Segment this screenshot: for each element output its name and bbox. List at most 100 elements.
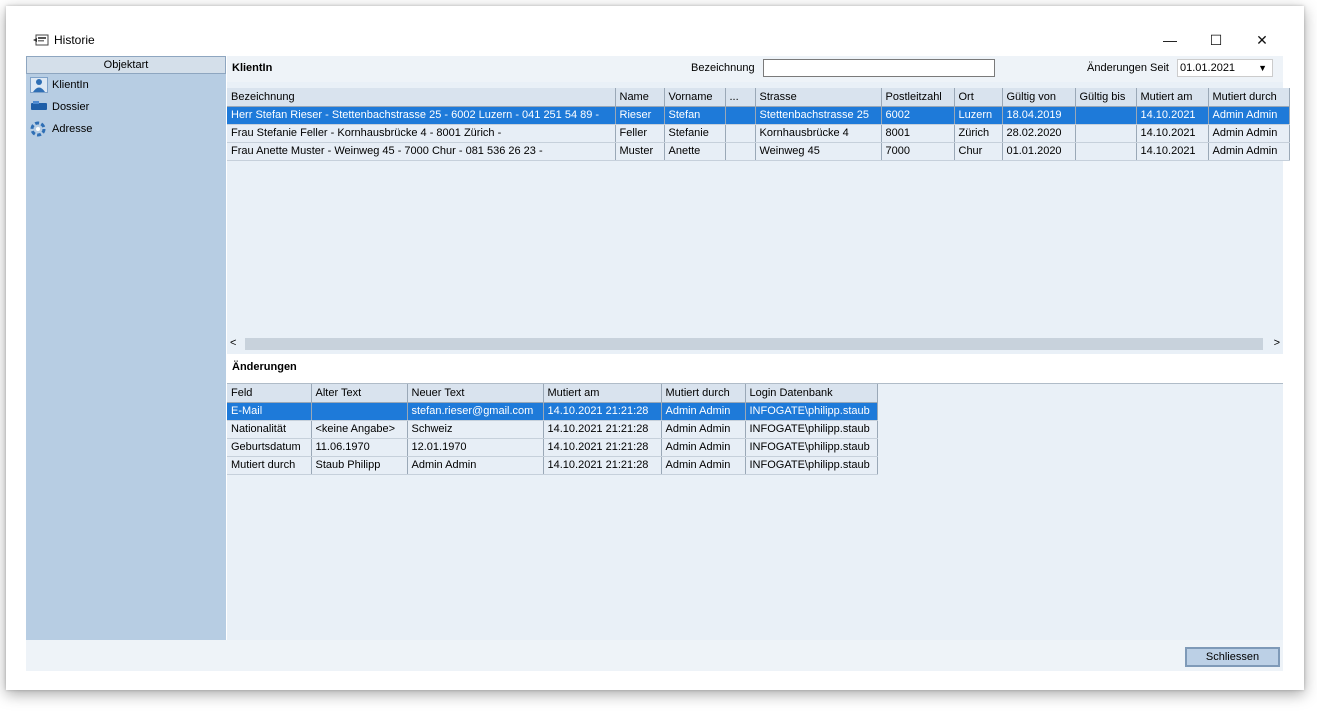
- table-cell: INFOGATE\philipp.staub: [745, 438, 878, 457]
- chevron-left-icon[interactable]: <: [230, 337, 236, 349]
- table-cell: Staub Philipp: [311, 456, 408, 475]
- table-row[interactable]: Geburtsdatum 11.06.1970 12.01.1970 14.10…: [227, 438, 878, 457]
- bezeichnung-input[interactable]: [763, 59, 995, 77]
- window-title: Historie: [54, 33, 95, 47]
- table-cell: Nationalität: [227, 420, 312, 439]
- footer-bar: Schliessen: [26, 640, 1283, 671]
- table-cell: [725, 106, 756, 125]
- table-cell: 18.04.2019: [1002, 106, 1076, 125]
- close-window-button[interactable]: ✕: [1239, 26, 1285, 54]
- column-header[interactable]: Vorname: [664, 88, 726, 107]
- aenderungen-seit-label: Änderungen Seit: [1087, 62, 1169, 74]
- changes-header-row: Feld Alter Text Neuer Text Mutiert am Mu…: [227, 384, 878, 403]
- table-cell: [311, 402, 408, 421]
- column-header[interactable]: Gültig von: [1002, 88, 1076, 107]
- table-cell: Frau Anette Muster - Weinweg 45 - 7000 C…: [227, 142, 616, 161]
- column-header[interactable]: Feld: [227, 384, 312, 403]
- table-cell: [1075, 142, 1137, 161]
- maximize-button[interactable]: ☐: [1193, 26, 1239, 54]
- history-app-icon: [33, 33, 49, 47]
- table-cell: Herr Stefan Rieser - Stettenbachstrasse …: [227, 106, 616, 125]
- column-header[interactable]: Alter Text: [311, 384, 408, 403]
- table-row[interactable]: Mutiert durch Staub Philipp Admin Admin …: [227, 456, 878, 475]
- table-cell: Kornhausbrücke 4: [755, 124, 882, 143]
- sidebar-item-dossier[interactable]: Dossier: [26, 96, 226, 118]
- table-cell: Geburtsdatum: [227, 438, 312, 457]
- clients-section-title: KlientIn: [232, 62, 273, 74]
- table-cell: 14.10.2021 21:21:28: [543, 438, 662, 457]
- column-header[interactable]: Ort: [954, 88, 1003, 107]
- table-cell: Stefan: [664, 106, 726, 125]
- date-value: 01.01.2021: [1180, 62, 1236, 74]
- table-cell: Admin Admin: [407, 456, 544, 475]
- bezeichnung-label: Bezeichnung: [691, 62, 755, 74]
- table-cell: 28.02.2020: [1002, 124, 1076, 143]
- column-header[interactable]: Bezeichnung: [227, 88, 616, 107]
- table-cell: 14.10.2021 21:21:28: [543, 420, 662, 439]
- table-cell: Stettenbachstrasse 25: [755, 106, 882, 125]
- table-cell: [725, 142, 756, 161]
- table-row[interactable]: Frau Anette Muster - Weinweg 45 - 7000 C…: [227, 142, 1290, 161]
- object-type-sidebar: Objektart KlientIn Dossier Adresse: [26, 56, 226, 640]
- column-header[interactable]: Name: [615, 88, 665, 107]
- table-cell: 14.10.2021: [1136, 124, 1209, 143]
- minimize-button[interactable]: —: [1147, 26, 1193, 54]
- table-row[interactable]: E-Mail stefan.rieser@gmail.com 14.10.202…: [227, 402, 878, 421]
- schliessen-button[interactable]: Schliessen: [1185, 647, 1280, 667]
- changes-section-header: Änderungen: [227, 354, 1283, 384]
- sidebar-item-adresse[interactable]: Adresse: [26, 118, 226, 140]
- column-header[interactable]: Login Datenbank: [745, 384, 878, 403]
- table-cell: INFOGATE\philipp.staub: [745, 420, 878, 439]
- table-cell: Admin Admin: [1208, 124, 1290, 143]
- table-cell: Luzern: [954, 106, 1003, 125]
- title-bar: Historie — ☐ ✕: [6, 6, 1304, 54]
- horizontal-scrollbar[interactable]: < >: [227, 336, 1283, 352]
- column-header[interactable]: Mutiert durch: [1208, 88, 1290, 107]
- filter-bar: KlientIn Bezeichnung Änderungen Seit 01.…: [227, 56, 1283, 82]
- table-cell: Anette: [664, 142, 726, 161]
- table-cell: 14.10.2021 21:21:28: [543, 456, 662, 475]
- chevron-right-icon[interactable]: >: [1274, 337, 1280, 349]
- column-header[interactable]: Mutiert am: [1136, 88, 1209, 107]
- chevron-down-icon[interactable]: ▼: [1258, 60, 1267, 76]
- scrollbar-thumb[interactable]: [245, 338, 1263, 350]
- table-cell: [1075, 106, 1137, 125]
- clients-table: Bezeichnung Name Vorname ... Strasse Pos…: [227, 88, 1290, 161]
- sidebar-item-label: KlientIn: [52, 79, 89, 91]
- column-header[interactable]: ...: [725, 88, 756, 107]
- table-cell: 14.10.2021: [1136, 106, 1209, 125]
- table-cell: Feller: [615, 124, 665, 143]
- table-cell: 01.01.2020: [1002, 142, 1076, 161]
- table-cell: Admin Admin: [661, 438, 746, 457]
- table-cell: Admin Admin: [661, 402, 746, 421]
- sidebar-item-klientin[interactable]: KlientIn: [26, 74, 226, 96]
- sidebar-item-label: Adresse: [52, 123, 93, 135]
- table-cell: Chur: [954, 142, 1003, 161]
- person-icon: [30, 77, 48, 93]
- table-row[interactable]: Herr Stefan Rieser - Stettenbachstrasse …: [227, 106, 1290, 125]
- table-cell: Muster: [615, 142, 665, 161]
- table-cell: Rieser: [615, 106, 665, 125]
- aenderungen-seit-date-picker[interactable]: 01.01.2021 ▼: [1177, 59, 1273, 77]
- lifebuoy-icon: [30, 121, 48, 137]
- main-panel: KlientIn Bezeichnung Änderungen Seit 01.…: [227, 56, 1290, 640]
- column-header[interactable]: Mutiert am: [543, 384, 662, 403]
- table-cell: 6002: [881, 106, 955, 125]
- sidebar-item-label: Dossier: [52, 101, 90, 113]
- table-cell: Schweiz: [407, 420, 544, 439]
- column-header[interactable]: Mutiert durch: [661, 384, 746, 403]
- column-header[interactable]: Postleitzahl: [881, 88, 955, 107]
- column-header[interactable]: Gültig bis: [1075, 88, 1137, 107]
- table-row[interactable]: Nationalität <keine Angabe> Schweiz 14.1…: [227, 420, 878, 439]
- table-cell: <keine Angabe>: [311, 420, 408, 439]
- column-header[interactable]: Strasse: [755, 88, 882, 107]
- dialog-window: Historie — ☐ ✕ Objektart KlientIn Dossie…: [6, 6, 1304, 690]
- table-cell: Admin Admin: [1208, 106, 1290, 125]
- table-cell: Mutiert durch: [227, 456, 312, 475]
- table-cell: 8001: [881, 124, 955, 143]
- column-header[interactable]: Neuer Text: [407, 384, 544, 403]
- table-cell: 14.10.2021: [1136, 142, 1209, 161]
- table-cell: 11.06.1970: [311, 438, 408, 457]
- table-cell: Stefanie: [664, 124, 726, 143]
- table-row[interactable]: Frau Stefanie Feller - Kornhausbrücke 4 …: [227, 124, 1290, 143]
